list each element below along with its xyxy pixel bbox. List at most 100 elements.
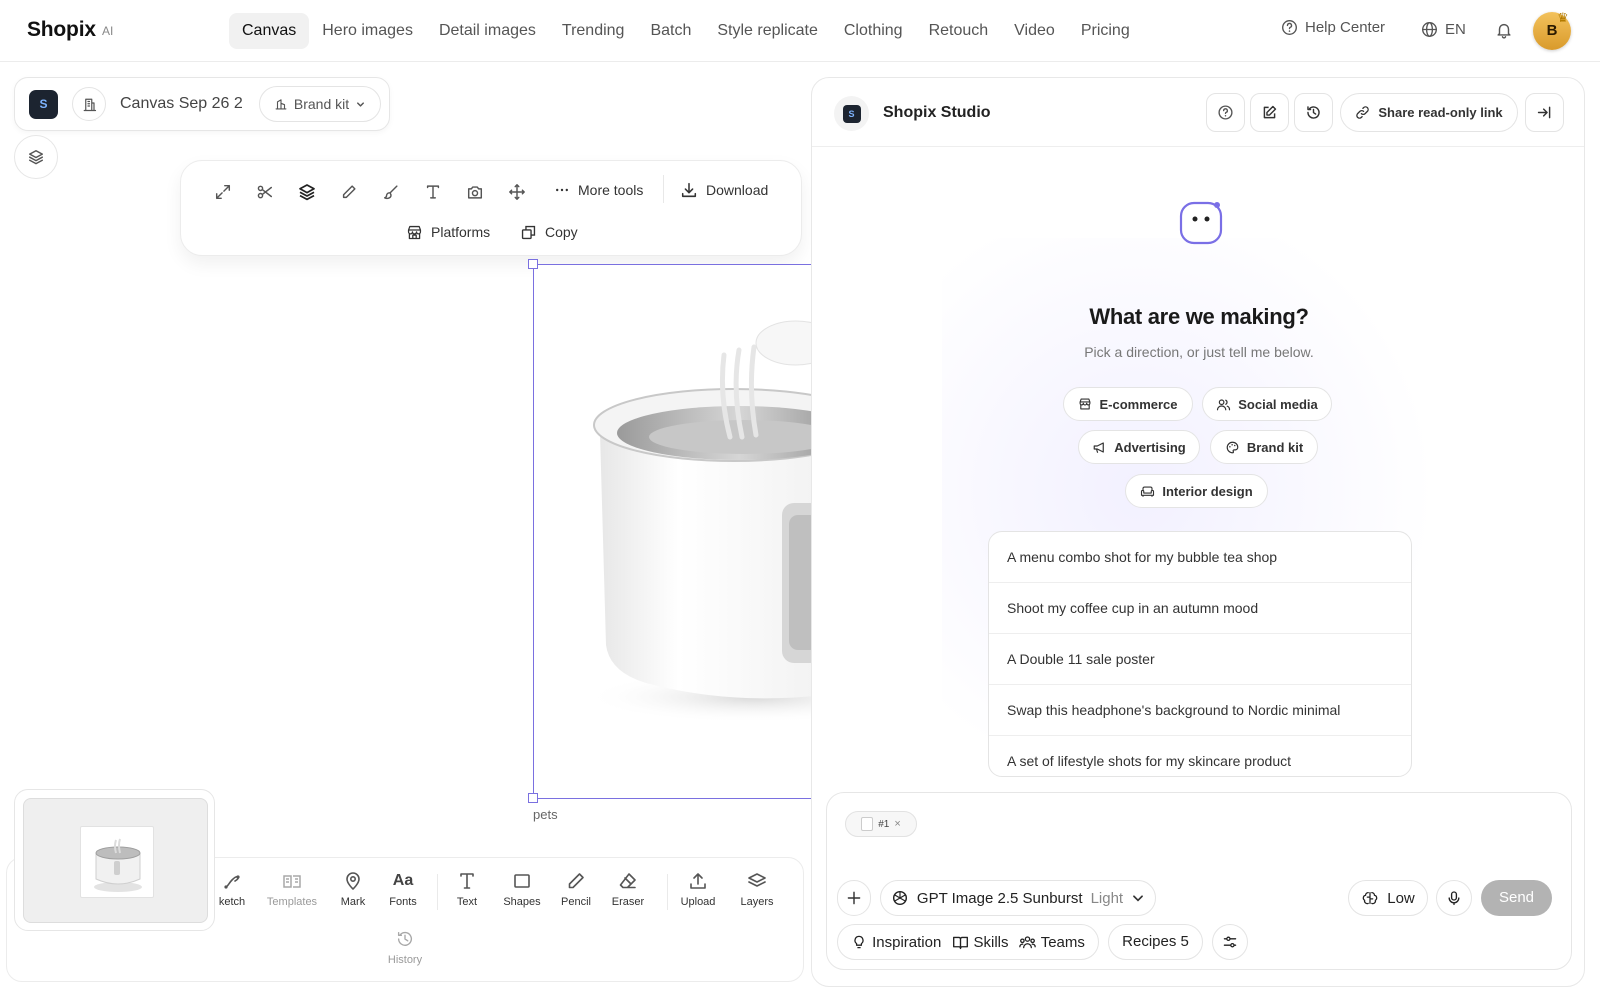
resize-handle-top-left[interactable] bbox=[528, 259, 538, 269]
brand-kit-dropdown[interactable]: Brand kit bbox=[259, 86, 381, 122]
chevron-down-icon bbox=[1133, 895, 1143, 902]
text-label: Text bbox=[456, 896, 478, 908]
brush-tool-button[interactable] bbox=[377, 178, 405, 206]
settings-button[interactable] bbox=[1212, 924, 1248, 960]
recipes-button[interactable]: Recipes 5 bbox=[1108, 924, 1203, 960]
eraser-label: Eraser bbox=[611, 896, 645, 908]
chip-interior-design[interactable]: Interior design bbox=[1125, 474, 1268, 508]
history-icon bbox=[397, 931, 413, 946]
send-button[interactable]: Send bbox=[1481, 880, 1552, 916]
skills-button[interactable]: Skills bbox=[952, 934, 1009, 951]
chip-advertising[interactable]: Advertising bbox=[1078, 430, 1200, 464]
chip-ecommerce[interactable]: E-commerce bbox=[1063, 387, 1193, 421]
composer-options: Inspiration Skills Teams bbox=[837, 924, 1099, 960]
help-center-label: Help Center bbox=[1305, 19, 1386, 36]
studio-header: S Shopix Studio Share read-only link bbox=[812, 78, 1584, 147]
workspace-logo[interactable]: S bbox=[29, 90, 58, 119]
quality-selector[interactable]: Low bbox=[1348, 880, 1428, 916]
app-logo[interactable]: Shopix bbox=[27, 18, 96, 42]
suggestion-item[interactable]: Shoot my coffee cup in an autumn mood bbox=[989, 583, 1411, 634]
nav-tab-trending[interactable]: Trending bbox=[549, 13, 638, 49]
nav-tab-batch[interactable]: Batch bbox=[637, 13, 704, 49]
nav-tab-style-replicate[interactable]: Style replicate bbox=[704, 13, 831, 49]
cutout-button[interactable] bbox=[251, 178, 279, 206]
chip-brand-kit[interactable]: Brand kit bbox=[1210, 430, 1318, 464]
eraser-tool[interactable]: Eraser bbox=[600, 870, 656, 908]
suggestion-item[interactable]: A menu combo shot for my bubble tea shop bbox=[989, 532, 1411, 583]
move-tool-button[interactable] bbox=[503, 178, 531, 206]
fonts-tool[interactable]: Aa Fonts bbox=[375, 870, 431, 908]
map-pin-icon bbox=[346, 872, 360, 890]
share-read-only-link-button[interactable]: Share read-only link bbox=[1340, 93, 1518, 132]
shapes-tool[interactable]: Shapes bbox=[494, 870, 550, 908]
templates-tool[interactable]: Templates bbox=[264, 870, 320, 908]
collapse-panel-button[interactable] bbox=[1525, 93, 1564, 132]
nav-tab-retouch[interactable]: Retouch bbox=[916, 13, 1002, 49]
add-button[interactable] bbox=[837, 880, 871, 916]
help-button[interactable] bbox=[1206, 93, 1245, 132]
nav-tab-clothing[interactable]: Clothing bbox=[831, 13, 916, 49]
brand-kit-label: Brand kit bbox=[293, 96, 350, 112]
text-tool-button[interactable] bbox=[419, 178, 447, 206]
camera-tool-button[interactable] bbox=[461, 178, 489, 206]
canvas-image-selection[interactable] bbox=[533, 264, 823, 799]
studio-logo-letter: S bbox=[842, 104, 861, 123]
nav-tab-canvas[interactable]: Canvas bbox=[229, 13, 310, 49]
minimap-thumbnail[interactable] bbox=[14, 789, 215, 931]
model-selector[interactable]: GPT Image 2.5 Sunburst Light bbox=[880, 880, 1156, 916]
nav-tab-video[interactable]: Video bbox=[1001, 13, 1068, 49]
suggestion-item[interactable]: A set of lifestyle shots for my skincare… bbox=[989, 736, 1411, 776]
users-icon bbox=[1217, 398, 1231, 410]
new-chat-button[interactable] bbox=[1250, 93, 1289, 132]
team-button[interactable] bbox=[72, 87, 106, 121]
nav-tab-detail-images[interactable]: Detail images bbox=[426, 13, 549, 49]
plus-icon bbox=[847, 891, 861, 905]
palette-icon bbox=[1226, 441, 1239, 453]
language-selector[interactable]: EN bbox=[1421, 21, 1466, 38]
platforms-button[interactable]: Platforms bbox=[406, 217, 490, 247]
bottom-toolbar-divider bbox=[437, 874, 438, 910]
studio-subline: Pick a direction, or just tell me below. bbox=[1084, 344, 1314, 360]
voice-input-button[interactable] bbox=[1436, 880, 1472, 916]
layers-panel-button[interactable] bbox=[14, 135, 58, 179]
nav-tab-pricing[interactable]: Pricing bbox=[1068, 13, 1143, 49]
toolbar-divider bbox=[663, 175, 664, 203]
brush-icon bbox=[383, 185, 398, 200]
more-tools-button[interactable]: More tools bbox=[554, 175, 643, 205]
close-icon[interactable]: × bbox=[894, 818, 900, 830]
app-logo-suffix: AI bbox=[102, 24, 114, 38]
suggestion-item[interactable]: Swap this headphone's background to Nord… bbox=[989, 685, 1411, 736]
pencil-tool[interactable]: Pencil bbox=[548, 870, 604, 908]
download-button[interactable]: Download bbox=[680, 175, 768, 205]
copy-button[interactable]: Copy bbox=[520, 217, 578, 247]
attachment-chip[interactable]: #1 × bbox=[845, 811, 917, 837]
layers-tool-button[interactable] bbox=[293, 178, 321, 206]
canvas-header: S Canvas Sep 26 2 Brand kit bbox=[14, 77, 390, 131]
canvas-name[interactable]: Canvas Sep 26 2 bbox=[120, 95, 243, 113]
pencil-label: Pencil bbox=[561, 896, 591, 908]
text-tool[interactable]: Text bbox=[439, 870, 495, 908]
upload-tool[interactable]: Upload bbox=[670, 870, 726, 908]
suggestion-list: A menu combo shot for my bubble tea shop… bbox=[988, 531, 1412, 777]
prompt-composer[interactable]: #1 × GPT Image 2.5 Sunburst Light Low Se… bbox=[826, 792, 1572, 970]
more-tools-label: More tools bbox=[578, 182, 644, 198]
notifications-button[interactable] bbox=[1495, 21, 1513, 39]
edit-tool-button[interactable] bbox=[335, 178, 363, 206]
chip-social-media[interactable]: Social media bbox=[1202, 387, 1332, 421]
layers-tool[interactable]: Layers bbox=[729, 870, 785, 908]
history-button[interactable] bbox=[1294, 93, 1333, 132]
mark-tool[interactable]: Mark bbox=[325, 870, 381, 908]
nav-tab-hero-images[interactable]: Hero images bbox=[309, 13, 426, 49]
expand-button[interactable] bbox=[209, 178, 237, 206]
help-circle-icon bbox=[1282, 20, 1297, 35]
inspiration-button[interactable]: Inspiration bbox=[851, 934, 941, 951]
suggestion-item[interactable]: A Double 11 sale poster bbox=[989, 634, 1411, 685]
pencil-icon bbox=[568, 873, 584, 889]
teams-button[interactable]: Teams bbox=[1018, 934, 1085, 951]
help-center-link[interactable]: Help Center bbox=[1281, 19, 1385, 36]
camera-icon bbox=[467, 186, 483, 199]
main-nav: Canvas Hero images Detail images Trendin… bbox=[229, 13, 1143, 49]
store-icon bbox=[407, 225, 422, 239]
resize-handle-bottom-left[interactable] bbox=[528, 793, 538, 803]
history-tool[interactable]: History bbox=[377, 928, 433, 966]
